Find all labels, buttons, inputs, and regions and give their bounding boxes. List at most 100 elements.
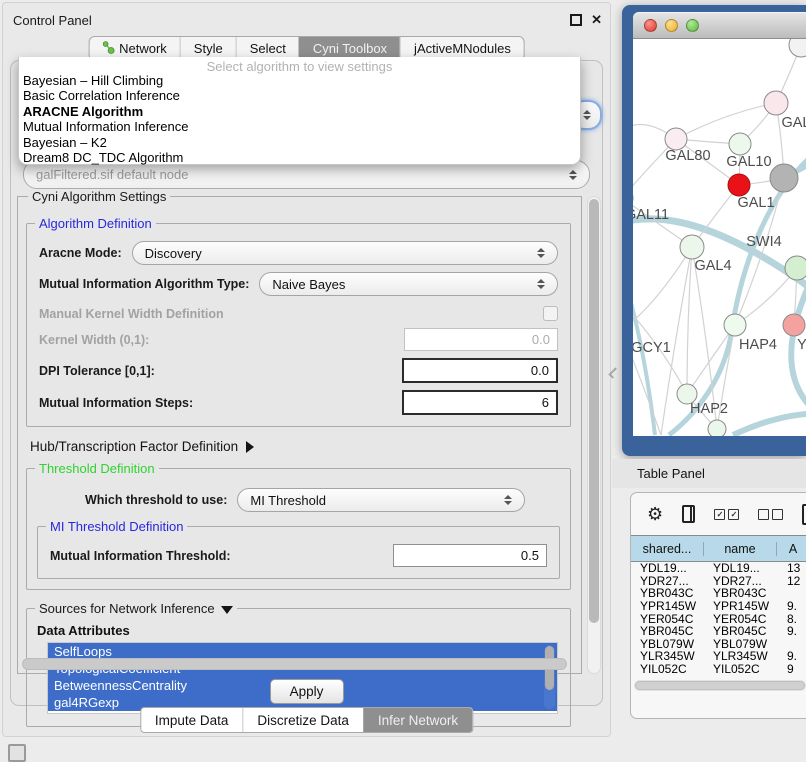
sources-group-title: Sources for Network Inference xyxy=(35,601,237,616)
network-node[interactable] xyxy=(729,133,751,155)
threshold-definition-group: Threshold Definition Which threshold to … xyxy=(26,468,571,590)
table-row[interactable]: YIL052CYIL052C9 xyxy=(631,663,806,675)
apply-button[interactable]: Apply xyxy=(270,679,344,704)
network-node[interactable] xyxy=(665,128,687,150)
algorithm-definition-group: Algorithm Definition Aracne Mode: Discov… xyxy=(26,223,571,427)
column-header[interactable]: name xyxy=(704,542,777,556)
docked-panel-icon[interactable] xyxy=(8,744,26,762)
algorithm-option[interactable]: ARACNE Algorithm xyxy=(19,104,580,119)
network-window-titlebar[interactable] xyxy=(633,12,806,39)
kernel-width-field[interactable]: 0.0 xyxy=(404,328,558,351)
algorithm-option[interactable]: Basic Correlation Inference xyxy=(19,88,580,103)
algorithm-option[interactable]: Bayesian – Hill Climbing xyxy=(19,73,580,88)
list-scrollbar[interactable] xyxy=(544,645,555,709)
application-window: Control Panel ✕ Network Style Select Cyn… xyxy=(0,0,806,762)
table-horizontal-scrollbar[interactable] xyxy=(634,680,806,691)
network-node[interactable] xyxy=(764,91,788,115)
dpi-tolerance-field[interactable]: 0.0 xyxy=(402,358,558,383)
table-row[interactable]: YDR27...YDR27...12 xyxy=(631,575,806,588)
settings-group-title: Cyni Algorithm Settings xyxy=(28,189,170,204)
table-row[interactable]: YBR043CYBR043C xyxy=(631,587,806,600)
spinner-arrows-icon xyxy=(537,279,545,289)
table-panel-titlebar: Table Panel xyxy=(612,459,806,488)
hub-definition-expander[interactable]: Hub/Transcription Factor Definition xyxy=(30,439,581,454)
tab-impute-data[interactable]: Impute Data xyxy=(141,708,243,732)
network-node[interactable] xyxy=(724,314,746,336)
column-header[interactable]: shared... xyxy=(631,542,704,556)
dpi-tolerance-label: DPI Tolerance [0,1]: xyxy=(39,364,155,378)
threshold-definition-title: Threshold Definition xyxy=(35,461,159,476)
control-panel-titlebar: Control Panel ✕ xyxy=(13,10,602,30)
network-node-label: GAL1 xyxy=(737,195,774,211)
tab-label: Impute Data xyxy=(155,713,229,728)
network-node[interactable] xyxy=(770,164,798,192)
panel-title: Control Panel xyxy=(13,13,92,28)
mi-threshold-label: Mutual Information Threshold: xyxy=(50,549,231,563)
network-node[interactable] xyxy=(783,314,805,336)
deselect-all-checkboxes-icon[interactable] xyxy=(758,509,783,520)
settings-horizontal-scrollbar[interactable] xyxy=(22,658,567,670)
mi-type-combo[interactable]: Naive Bayes xyxy=(259,272,558,296)
data-attributes-label: Data Attributes xyxy=(37,623,568,638)
manual-kernel-checkbox[interactable] xyxy=(543,306,558,321)
mi-threshold-group-title: MI Threshold Definition xyxy=(46,519,187,534)
split-view-icon[interactable] xyxy=(682,505,695,523)
float-panel-icon[interactable] xyxy=(570,14,582,26)
algorithm-option[interactable]: Bayesian – K2 xyxy=(19,135,580,150)
mi-type-label: Mutual Information Algorithm Type: xyxy=(39,277,249,291)
network-edge[interactable] xyxy=(633,219,806,287)
close-icon[interactable]: ✕ xyxy=(591,14,602,26)
table-cell: 9. xyxy=(777,624,806,638)
table-row[interactable]: YBR045CYBR045C9. xyxy=(631,625,806,638)
table-cell: 9 xyxy=(777,662,806,675)
mi-steps-field[interactable]: 6 xyxy=(402,390,558,415)
tab-infer-network[interactable]: Infer Network xyxy=(363,708,472,732)
network-node-label: GAL80 xyxy=(665,148,710,164)
which-threshold-value: MI Threshold xyxy=(250,493,326,508)
algorithm-placeholder: Select algorithm to view settings xyxy=(19,59,580,73)
table-panel: ⚙ ✓✓ shared...nameA YDL19...YDL19...13YD… xyxy=(630,492,806,719)
network-canvas[interactable]: GALGAL80GAL10GAL1GAL11GAL4SWI4GCY1HAP4YH… xyxy=(633,39,806,436)
mi-threshold-field[interactable]: 0.5 xyxy=(393,544,547,567)
tab-label: Network xyxy=(119,41,167,56)
network-node-label: HAP4 xyxy=(739,337,777,353)
network-node[interactable] xyxy=(680,235,704,259)
select-all-checkboxes-icon[interactable]: ✓✓ xyxy=(714,509,739,520)
cyni-algorithm-settings-group: Cyni Algorithm Settings Algorithm Defini… xyxy=(17,196,582,674)
network-node-label: SWI4 xyxy=(746,234,781,250)
table-row[interactable]: YER054CYER054C8. xyxy=(631,612,806,625)
network-edge[interactable] xyxy=(676,103,776,139)
network-edge[interactable] xyxy=(633,247,692,330)
table-document-icon[interactable] xyxy=(802,504,806,525)
aracne-mode-label: Aracne Mode: xyxy=(39,246,122,260)
algorithm-option[interactable]: Mutual Information Inference xyxy=(19,119,580,134)
algorithm-option[interactable]: Dream8 DC_TDC Algorithm xyxy=(19,150,580,165)
spinner-arrows-icon xyxy=(583,110,591,120)
network-node[interactable] xyxy=(789,39,806,57)
network-node[interactable] xyxy=(708,420,726,436)
table-row[interactable]: YDL19...YDL19...13 xyxy=(631,562,806,575)
close-window-button[interactable] xyxy=(644,19,657,32)
network-edge[interactable] xyxy=(733,413,806,435)
settings-vertical-scrollbar[interactable] xyxy=(587,196,601,674)
table-row[interactable]: YBL079WYBL079W xyxy=(631,638,806,651)
zoom-window-button[interactable] xyxy=(686,19,699,32)
table-row[interactable]: YLR345WYLR345W9. xyxy=(631,650,806,663)
which-threshold-combo[interactable]: MI Threshold xyxy=(237,488,525,512)
table-body: YDL19...YDL19...13YDR27...YDR27...12YBR0… xyxy=(631,562,806,675)
network-view-window: GALGAL80GAL10GAL1GAL11GAL4SWI4GCY1HAP4YH… xyxy=(622,5,806,456)
spinner-arrows-icon xyxy=(569,170,577,180)
column-header[interactable]: A xyxy=(777,542,806,556)
gear-icon[interactable]: ⚙ xyxy=(647,505,663,523)
tab-label: Select xyxy=(250,41,286,56)
tab-discretize-data[interactable]: Discretize Data xyxy=(242,708,363,732)
minimize-window-button[interactable] xyxy=(665,19,678,32)
chevron-right-icon xyxy=(246,441,254,453)
network-node[interactable] xyxy=(785,256,806,280)
spinner-arrows-icon xyxy=(504,495,512,505)
table-row[interactable]: YPR145WYPR145W9. xyxy=(631,600,806,613)
aracne-mode-combo[interactable]: Discovery xyxy=(132,241,558,265)
tab-label: jActiveMNodules xyxy=(414,41,511,56)
network-node-label: GCY1 xyxy=(633,340,671,356)
network-node[interactable] xyxy=(728,174,750,196)
